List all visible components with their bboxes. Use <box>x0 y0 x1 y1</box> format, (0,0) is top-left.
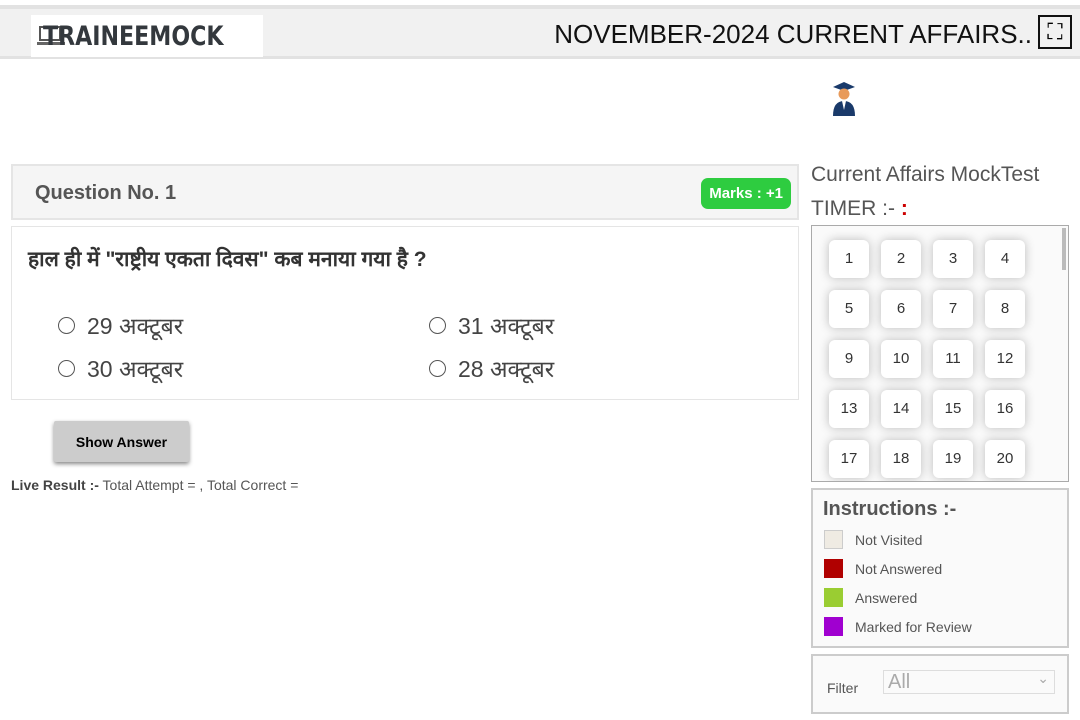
filter-label: Filter <box>827 680 859 696</box>
live-result: Live Result :- Total Attempt = , Total C… <box>11 477 298 493</box>
legend-item: Not Visited <box>824 530 922 549</box>
timer: TIMER :- : <box>811 197 908 221</box>
question-button-13[interactable]: 13 <box>829 390 869 428</box>
expand-icon[interactable]: ⛶ <box>1038 15 1072 49</box>
question-header: Question No. 1 Marks : +1 <box>11 164 799 220</box>
legend-label: Not Answered <box>855 560 943 577</box>
radio-button[interactable] <box>429 359 446 377</box>
show-answer-button[interactable]: Show Answer <box>54 421 189 462</box>
filter-select[interactable]: All <box>883 667 1055 694</box>
instructions-panel: Instructions :- Not Visited Not Answered A… <box>811 488 1069 648</box>
option-label: 29 अक्टूबर <box>87 313 184 339</box>
test-name: Current Affairs MockTest <box>811 163 1040 186</box>
radio-button[interactable] <box>58 359 75 377</box>
option-label: 31 अक्टूबर <box>458 313 555 339</box>
marks-badge: Marks : +1 <box>701 178 791 209</box>
question-body: हाल ही में "राष्ट्रीय एकता दिवस" कब मनाय… <box>11 226 799 400</box>
legend-item: Not Answered <box>824 559 942 578</box>
option-3[interactable]: 30 अक्टूबर <box>58 352 183 384</box>
live-result-label: Live Result :- <box>11 477 99 493</box>
laptop-icon <box>37 26 64 46</box>
option-4[interactable]: 28 अक्टूबर <box>429 352 554 384</box>
legend-label: Not Visited <box>855 531 923 548</box>
legend-swatch <box>824 617 843 636</box>
legend-swatch <box>824 530 843 549</box>
question-button-16[interactable]: 16 <box>985 390 1025 428</box>
question-button-12[interactable]: 12 <box>985 340 1025 378</box>
question-button-10[interactable]: 10 <box>881 340 921 378</box>
question-button-6[interactable]: 6 <box>881 290 921 328</box>
option-label: 28 अक्टूबर <box>458 356 555 382</box>
option-2[interactable]: 31 अक्टूबर <box>429 309 554 341</box>
legend-label: Marked for Review <box>855 618 972 635</box>
question-button-19[interactable]: 19 <box>933 440 973 478</box>
question-button-4[interactable]: 4 <box>985 240 1025 278</box>
legend-item: Marked for Review <box>824 617 972 636</box>
question-button-7[interactable]: 7 <box>933 290 973 328</box>
filter-panel: Filter All <box>811 654 1069 714</box>
question-number: Question No. 1 <box>35 182 177 204</box>
question-button-1[interactable]: 1 <box>829 240 869 278</box>
legend-item: Answered <box>824 588 917 607</box>
radio-button[interactable] <box>429 316 446 334</box>
instructions-title: Instructions :- <box>823 498 957 520</box>
question-button-17[interactable]: 17 <box>829 440 869 478</box>
logo[interactable]: TRAINEEMOCK <box>31 15 263 57</box>
question-text: हाल ही में "राष्ट्रीय एकता दिवस" कब मनाय… <box>28 248 427 271</box>
question-palette: 1 2 3 4 5 6 7 8 9 10 11 12 13 14 15 16 17 18 19 20 <box>811 225 1069 482</box>
legend-label: Answered <box>855 589 918 606</box>
option-label: 30 अक्टूबर <box>87 356 184 382</box>
header: TRAINEEMOCK NOVEMBER-2024 CURRENT AFFAIR… <box>0 5 1080 59</box>
timer-label: TIMER :- <box>811 197 895 220</box>
option-1[interactable]: 29 अक्टूबर <box>58 309 183 341</box>
legend-swatch <box>824 588 843 607</box>
test-title: NOVEMBER-2024 CURRENT AFFAIRS.. <box>554 19 1032 49</box>
question-button-11[interactable]: 11 <box>933 340 973 378</box>
question-button-20[interactable]: 20 <box>985 440 1025 478</box>
question-button-8[interactable]: 8 <box>985 290 1025 328</box>
logo-text: TRAINEEMOCK <box>42 20 224 52</box>
question-button-5[interactable]: 5 <box>829 290 869 328</box>
question-button-3[interactable]: 3 <box>933 240 973 278</box>
timer-value: : <box>900 197 908 220</box>
question-button-2[interactable]: 2 <box>881 240 921 278</box>
question-button-9[interactable]: 9 <box>829 340 869 378</box>
question-button-14[interactable]: 14 <box>881 390 921 428</box>
question-button-18[interactable]: 18 <box>881 440 921 478</box>
radio-button[interactable] <box>58 316 75 334</box>
student-avatar-icon <box>833 82 855 116</box>
scrollbar[interactable] <box>1062 228 1066 270</box>
live-result-text: Total Attempt = , Total Correct = <box>102 477 299 493</box>
question-button-15[interactable]: 15 <box>933 390 973 428</box>
legend-swatch <box>824 559 843 578</box>
